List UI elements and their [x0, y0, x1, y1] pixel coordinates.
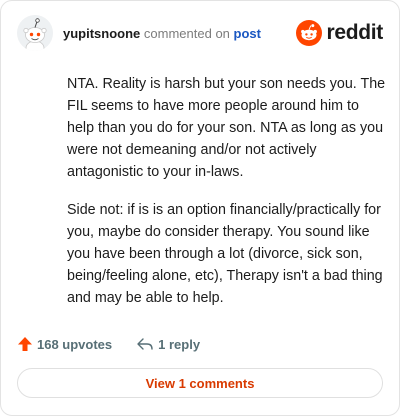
reply-count: 1 reply [158, 336, 201, 352]
comment-card: yupitsnoone commented on post reddit NTA… [0, 0, 400, 416]
user-avatar[interactable] [17, 15, 53, 51]
reply-arrow-icon [137, 338, 153, 350]
comment-paragraph: NTA. Reality is harsh but your son needs… [67, 76, 386, 180]
comment-paragraph: Side not: if is is an option financially… [67, 202, 383, 306]
reddit-logo[interactable]: reddit [296, 20, 383, 46]
comment-byline: yupitsnoone commented on post [63, 26, 261, 41]
upvote-button[interactable]: 168 upvotes [17, 336, 112, 352]
reply-button[interactable]: 1 reply [136, 336, 200, 352]
view-comments-button[interactable]: View 1 comments [17, 368, 383, 398]
username-link[interactable]: yupitsnoone [63, 26, 140, 41]
upvote-arrow-icon [18, 337, 32, 351]
comment-actions: 168 upvotes 1 reply [17, 333, 200, 355]
snoo-avatar-icon [17, 15, 53, 51]
reddit-snoo-icon [296, 20, 323, 46]
comment-header: yupitsnoone commented on post reddit [17, 15, 383, 55]
post-link[interactable]: post [234, 26, 261, 41]
comment-body: NTA. Reality is harsh but your son needs… [67, 73, 389, 325]
action-text: commented on [143, 26, 230, 41]
upvote-count: 168 upvotes [37, 336, 113, 352]
reddit-wordmark: reddit [326, 21, 383, 44]
